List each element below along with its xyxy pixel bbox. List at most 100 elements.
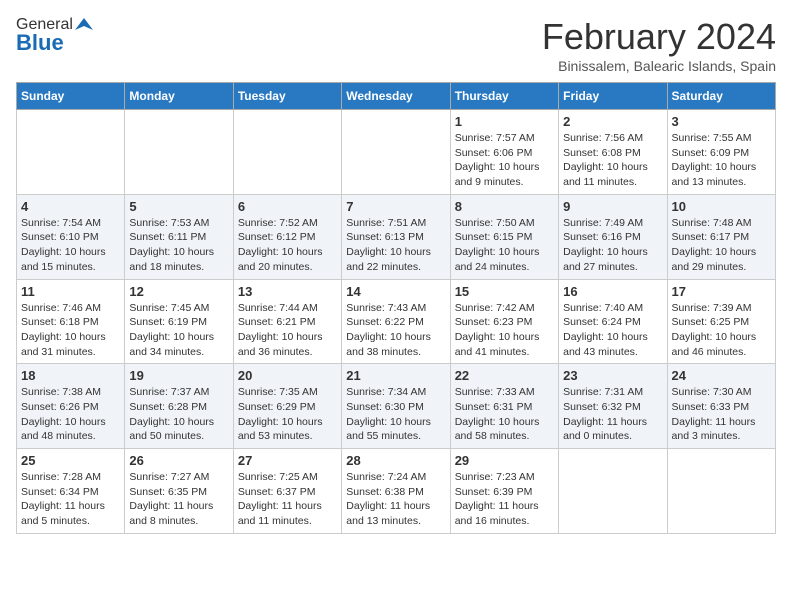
calendar-cell: 24 Sunrise: 7:30 AM Sunset: 6:33 PM Dayli… xyxy=(667,364,775,449)
day-info: Sunrise: 7:23 AM Sunset: 6:39 PM Dayligh… xyxy=(455,470,554,529)
day-number: 23 xyxy=(563,368,662,383)
calendar-week-3: 11Sunrise: 7:46 AM Sunset: 6:18 PM Dayli… xyxy=(17,279,776,364)
calendar-cell xyxy=(17,110,125,195)
calendar-cell: 16Sunrise: 7:40 AM Sunset: 6:24 PM Dayli… xyxy=(559,279,667,364)
calendar-week-5: 25 Sunrise: 7:28 AM Sunset: 6:34 PM Dayli… xyxy=(17,449,776,534)
logo-blue-text: Blue xyxy=(16,30,64,56)
calendar-cell: 17 Sunrise: 7:39 AM Sunset: 6:25 PM Dayli… xyxy=(667,279,775,364)
calendar-cell: 20 Sunrise: 7:35 AM Sunset: 6:29 PM Dayli… xyxy=(233,364,341,449)
logo: General Blue xyxy=(16,16,93,56)
calendar-week-4: 18 Sunrise: 7:38 AM Sunset: 6:26 PM Dayli… xyxy=(17,364,776,449)
title-area: February 2024 Binissalem, Balearic Islan… xyxy=(542,16,776,74)
day-number: 24 xyxy=(672,368,771,383)
day-info: Sunrise: 7:31 AM Sunset: 6:32 PM Dayligh… xyxy=(563,385,662,444)
day-info: Sunrise: 7:38 AM Sunset: 6:26 PM Dayligh… xyxy=(21,385,120,444)
day-info: Sunrise: 7:25 AM Sunset: 6:37 PM Dayligh… xyxy=(238,470,337,529)
calendar-cell: 21 Sunrise: 7:34 AM Sunset: 6:30 PM Dayli… xyxy=(342,364,450,449)
calendar-cell: 22 Sunrise: 7:33 AM Sunset: 6:31 PM Dayli… xyxy=(450,364,558,449)
day-info: Sunrise: 7:51 AM Sunset: 6:13 PM Dayligh… xyxy=(346,216,445,275)
day-header-sunday: Sunday xyxy=(17,83,125,110)
day-number: 4 xyxy=(21,199,120,214)
day-info: Sunrise: 7:42 AM Sunset: 6:23 PM Dayligh… xyxy=(455,301,554,360)
calendar-cell: 9 Sunrise: 7:49 AM Sunset: 6:16 PM Daylig… xyxy=(559,194,667,279)
day-number: 2 xyxy=(563,114,662,129)
day-info: Sunrise: 7:40 AM Sunset: 6:24 PM Dayligh… xyxy=(563,301,662,360)
calendar-cell: 11Sunrise: 7:46 AM Sunset: 6:18 PM Dayli… xyxy=(17,279,125,364)
day-number: 11 xyxy=(21,284,120,299)
days-header-row: SundayMondayTuesdayWednesdayThursdayFrid… xyxy=(17,83,776,110)
calendar-cell: 25 Sunrise: 7:28 AM Sunset: 6:34 PM Dayli… xyxy=(17,449,125,534)
calendar-cell: 3Sunrise: 7:55 AM Sunset: 6:09 PM Daylig… xyxy=(667,110,775,195)
day-info: Sunrise: 7:30 AM Sunset: 6:33 PM Dayligh… xyxy=(672,385,771,444)
day-number: 17 xyxy=(672,284,771,299)
day-number: 12 xyxy=(129,284,228,299)
day-info: Sunrise: 7:39 AM Sunset: 6:25 PM Dayligh… xyxy=(672,301,771,360)
day-number: 28 xyxy=(346,453,445,468)
calendar-cell xyxy=(667,449,775,534)
day-number: 13 xyxy=(238,284,337,299)
day-number: 14 xyxy=(346,284,445,299)
day-number: 26 xyxy=(129,453,228,468)
calendar-cell: 2 Sunrise: 7:56 AM Sunset: 6:08 PM Daylig… xyxy=(559,110,667,195)
day-number: 25 xyxy=(21,453,120,468)
day-header-tuesday: Tuesday xyxy=(233,83,341,110)
calendar-cell: 27 Sunrise: 7:25 AM Sunset: 6:37 PM Dayli… xyxy=(233,449,341,534)
day-number: 5 xyxy=(129,199,228,214)
day-info: Sunrise: 7:54 AM Sunset: 6:10 PM Dayligh… xyxy=(21,216,120,275)
day-info: Sunrise: 7:33 AM Sunset: 6:31 PM Dayligh… xyxy=(455,385,554,444)
calendar-week-2: 4 Sunrise: 7:54 AM Sunset: 6:10 PM Daylig… xyxy=(17,194,776,279)
day-info: Sunrise: 7:45 AM Sunset: 6:19 PM Dayligh… xyxy=(129,301,228,360)
day-info: Sunrise: 7:56 AM Sunset: 6:08 PM Dayligh… xyxy=(563,131,662,190)
calendar-cell: 8 Sunrise: 7:50 AM Sunset: 6:15 PM Daylig… xyxy=(450,194,558,279)
day-number: 18 xyxy=(21,368,120,383)
day-info: Sunrise: 7:57 AM Sunset: 6:06 PM Dayligh… xyxy=(455,131,554,190)
logo-bird-icon xyxy=(75,16,93,34)
day-info: Sunrise: 7:50 AM Sunset: 6:15 PM Dayligh… xyxy=(455,216,554,275)
day-info: Sunrise: 7:28 AM Sunset: 6:34 PM Dayligh… xyxy=(21,470,120,529)
day-info: Sunrise: 7:44 AM Sunset: 6:21 PM Dayligh… xyxy=(238,301,337,360)
day-number: 20 xyxy=(238,368,337,383)
day-info: Sunrise: 7:49 AM Sunset: 6:16 PM Dayligh… xyxy=(563,216,662,275)
calendar-cell: 10 Sunrise: 7:48 AM Sunset: 6:17 PM Dayli… xyxy=(667,194,775,279)
month-title: February 2024 xyxy=(542,16,776,58)
calendar-cell: 29 Sunrise: 7:23 AM Sunset: 6:39 PM Dayli… xyxy=(450,449,558,534)
day-number: 10 xyxy=(672,199,771,214)
location-title: Binissalem, Balearic Islands, Spain xyxy=(542,58,776,74)
calendar-cell: 14 Sunrise: 7:43 AM Sunset: 6:22 PM Dayli… xyxy=(342,279,450,364)
calendar-table: SundayMondayTuesdayWednesdayThursdayFrid… xyxy=(16,82,776,534)
calendar-cell: 12 Sunrise: 7:45 AM Sunset: 6:19 PM Dayli… xyxy=(125,279,233,364)
day-info: Sunrise: 7:43 AM Sunset: 6:22 PM Dayligh… xyxy=(346,301,445,360)
day-number: 15 xyxy=(455,284,554,299)
day-number: 21 xyxy=(346,368,445,383)
calendar-cell: 4 Sunrise: 7:54 AM Sunset: 6:10 PM Daylig… xyxy=(17,194,125,279)
calendar-cell: 18 Sunrise: 7:38 AM Sunset: 6:26 PM Dayli… xyxy=(17,364,125,449)
day-header-friday: Friday xyxy=(559,83,667,110)
day-info: Sunrise: 7:37 AM Sunset: 6:28 PM Dayligh… xyxy=(129,385,228,444)
calendar-cell xyxy=(342,110,450,195)
day-number: 6 xyxy=(238,199,337,214)
day-number: 8 xyxy=(455,199,554,214)
calendar-cell xyxy=(559,449,667,534)
day-header-thursday: Thursday xyxy=(450,83,558,110)
calendar-cell: 28Sunrise: 7:24 AM Sunset: 6:38 PM Dayli… xyxy=(342,449,450,534)
day-number: 22 xyxy=(455,368,554,383)
calendar-cell xyxy=(125,110,233,195)
calendar-week-1: 1 Sunrise: 7:57 AM Sunset: 6:06 PM Daylig… xyxy=(17,110,776,195)
day-info: Sunrise: 7:55 AM Sunset: 6:09 PM Dayligh… xyxy=(672,131,771,190)
day-info: Sunrise: 7:34 AM Sunset: 6:30 PM Dayligh… xyxy=(346,385,445,444)
calendar-cell xyxy=(233,110,341,195)
day-number: 29 xyxy=(455,453,554,468)
day-number: 9 xyxy=(563,199,662,214)
calendar-cell: 6Sunrise: 7:52 AM Sunset: 6:12 PM Daylig… xyxy=(233,194,341,279)
day-info: Sunrise: 7:35 AM Sunset: 6:29 PM Dayligh… xyxy=(238,385,337,444)
day-number: 1 xyxy=(455,114,554,129)
calendar-cell: 5Sunrise: 7:53 AM Sunset: 6:11 PM Daylig… xyxy=(125,194,233,279)
day-number: 27 xyxy=(238,453,337,468)
calendar-cell: 13 Sunrise: 7:44 AM Sunset: 6:21 PM Dayli… xyxy=(233,279,341,364)
day-header-wednesday: Wednesday xyxy=(342,83,450,110)
day-info: Sunrise: 7:48 AM Sunset: 6:17 PM Dayligh… xyxy=(672,216,771,275)
day-info: Sunrise: 7:27 AM Sunset: 6:35 PM Dayligh… xyxy=(129,470,228,529)
day-header-saturday: Saturday xyxy=(667,83,775,110)
day-number: 19 xyxy=(129,368,228,383)
header: General Blue February 2024 Binissalem, B… xyxy=(16,16,776,74)
